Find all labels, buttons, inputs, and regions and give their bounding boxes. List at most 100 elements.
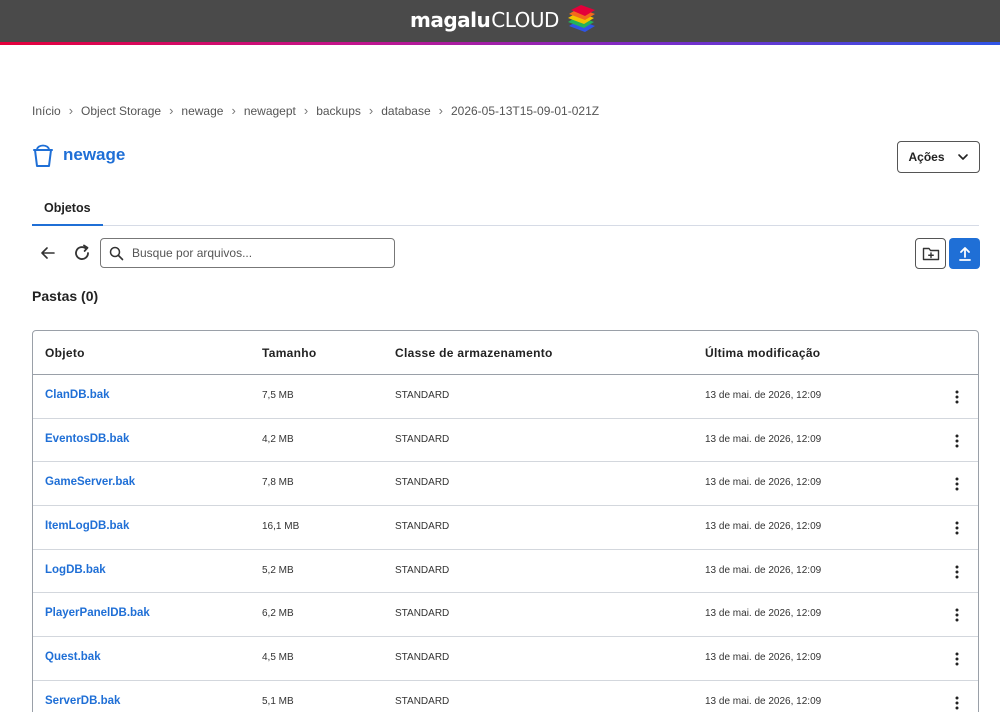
table-row[interactable]: Quest.bak 4,5 MB STANDARD 13 de mai. de 202…	[33, 637, 978, 681]
chevron-right-icon: ›	[231, 103, 236, 118]
object-name-link[interactable]: EventosDB.bak	[45, 433, 129, 445]
object-name-link[interactable]: GameServer.bak	[45, 476, 135, 488]
breadcrumb-item-bucket[interactable]: newage	[181, 104, 223, 118]
top-header: magalu CLOUD	[0, 0, 1000, 42]
search-box	[100, 238, 395, 268]
chevron-right-icon: ›	[438, 103, 443, 118]
breadcrumb-item-folder[interactable]: newagept	[244, 104, 296, 118]
object-size: 7,5 MB	[262, 390, 294, 401]
chevron-right-icon: ›	[169, 103, 174, 118]
more-vertical-icon	[955, 477, 959, 491]
object-last-modified: 13 de mai. de 2026, 12:09	[705, 652, 822, 664]
objects-table: Objeto Tamanho Classe de armazenamento Ú…	[32, 330, 979, 712]
object-last-modified: 13 de mai. de 2026, 12:09	[705, 521, 822, 533]
table-row[interactable]: ItemLogDB.bak 16,1 MB STANDARD 13 de mai. d…	[33, 506, 978, 550]
brand-suffix: CLOUD	[491, 8, 559, 32]
table-row[interactable]: LogDB.bak 5,2 MB STANDARD 13 de mai. de 202…	[33, 550, 978, 594]
object-last-modified: 13 de mai. de 2026, 12:09	[705, 390, 822, 401]
row-actions-button[interactable]	[947, 693, 967, 712]
brand-name: magalu	[410, 8, 491, 32]
upload-icon	[958, 246, 971, 261]
more-vertical-icon	[955, 521, 959, 535]
object-size: 5,1 MB	[262, 695, 294, 707]
breadcrumb-item-inicio[interactable]: Início	[32, 104, 61, 118]
chevron-right-icon: ›	[368, 103, 374, 118]
breadcrumb-item-folder[interactable]: backups	[316, 104, 361, 118]
column-header-last-modified[interactable]: Última modificação	[705, 346, 820, 360]
more-vertical-icon	[955, 652, 959, 666]
tab-bar: Objetos	[32, 198, 979, 226]
row-actions-button[interactable]	[947, 562, 967, 582]
table-row[interactable]: ServerDB.bak 5,1 MB STANDARD 13 de mai. de …	[33, 681, 978, 712]
object-last-modified: 13 de mai. de 2026, 12:09	[705, 695, 822, 707]
object-size: 7,8 MB	[262, 477, 294, 489]
object-last-modified: 13 de mai. de 2026, 12:09	[705, 477, 822, 489]
search-input[interactable]	[132, 246, 372, 260]
object-size: 16,1 MB	[262, 521, 300, 533]
object-size: 5,2 MB	[262, 564, 294, 576]
object-storage-class: STANDARD	[395, 564, 450, 576]
row-actions-button[interactable]	[947, 518, 967, 538]
column-header-storage-class[interactable]: Classe de armazenamento	[395, 346, 553, 360]
chevron-right-icon: ›	[68, 103, 74, 118]
column-header-size[interactable]: Tamanho	[262, 346, 317, 360]
object-name-link[interactable]: LogDB.bak	[45, 564, 106, 576]
bucket-icon	[33, 144, 53, 167]
object-size: 4,5 MB	[262, 652, 294, 664]
object-last-modified: 13 de mai. de 2026, 12:09	[705, 564, 822, 576]
object-name-link[interactable]: ItemLogDB.bak	[45, 520, 129, 532]
row-actions-button[interactable]	[947, 387, 967, 407]
row-actions-button[interactable]	[947, 431, 967, 451]
object-size: 6,2 MB	[262, 608, 294, 620]
chevron-right-icon: ›	[303, 103, 309, 118]
row-actions-button[interactable]	[947, 649, 967, 669]
more-vertical-icon	[955, 565, 959, 579]
actions-label: Ações	[908, 150, 945, 164]
more-vertical-icon	[955, 434, 959, 448]
table-row[interactable]: ClanDB.bak 7,5 MB STANDARD 13 de mai. de 20…	[33, 375, 978, 419]
object-name-link[interactable]: ServerDB.bak	[45, 695, 120, 707]
new-folder-button[interactable]	[915, 238, 946, 269]
breadcrumb: Início › Object Storage › newage › newag…	[32, 103, 599, 118]
actions-dropdown-button[interactable]: Ações	[897, 141, 980, 173]
tab-objetos[interactable]: Objetos	[32, 198, 103, 226]
table-header: Objeto Tamanho Classe de armazenamento Ú…	[33, 331, 978, 375]
folders-section-title: Pastas (0)	[32, 288, 99, 304]
row-actions-button[interactable]	[947, 605, 967, 625]
page-title: newage	[63, 145, 126, 164]
object-storage-class: STANDARD	[395, 652, 450, 664]
table-row[interactable]: GameServer.bak 7,8 MB STANDARD 13 de mai. d…	[33, 462, 978, 507]
breadcrumb-item-object-storage[interactable]: Object Storage	[81, 104, 161, 118]
brand-logo[interactable]: magalu CLOUD	[410, 2, 597, 38]
folder-plus-icon	[922, 247, 939, 260]
object-name-link[interactable]: ClanDB.bak	[45, 389, 110, 401]
header-gradient-line	[0, 42, 1000, 45]
more-vertical-icon	[955, 608, 959, 622]
object-last-modified: 13 de mai. de 2026, 12:09	[705, 433, 822, 445]
more-vertical-icon	[955, 390, 959, 404]
table-row[interactable]: EventosDB.bak 4,2 MB STANDARD 13 de mai. de…	[33, 419, 978, 463]
breadcrumb-item-current: 2026-05-13T15-09-01-021Z	[450, 103, 600, 118]
table-row[interactable]: PlayerPanelDB.bak 6,2 MB STANDARD 13 de mai…	[33, 593, 978, 638]
object-storage-class: STANDARD	[395, 521, 450, 533]
breadcrumb-item-folder[interactable]: database	[381, 104, 430, 118]
magalu-stack-logo-icon	[567, 5, 595, 32]
object-storage-class: STANDARD	[395, 390, 450, 401]
table-body: ClanDB.bak 7,5 MB STANDARD 13 de mai. de 20…	[33, 375, 978, 712]
object-name-link[interactable]: PlayerPanelDB.bak	[45, 607, 150, 619]
object-last-modified: 13 de mai. de 2026, 12:09	[705, 608, 822, 620]
object-storage-class: STANDARD	[395, 608, 450, 620]
back-button[interactable]	[36, 241, 60, 265]
object-size: 4,2 MB	[262, 433, 294, 445]
more-vertical-icon	[955, 696, 959, 710]
refresh-button[interactable]	[70, 241, 94, 265]
search-icon	[109, 246, 124, 260]
refresh-icon	[75, 244, 89, 260]
object-name-link[interactable]: Quest.bak	[45, 651, 101, 663]
object-storage-class: STANDARD	[395, 433, 450, 445]
row-actions-button[interactable]	[947, 474, 967, 494]
column-header-object[interactable]: Objeto	[45, 346, 85, 360]
object-storage-class: STANDARD	[395, 477, 450, 489]
page-header: newage	[32, 142, 125, 168]
upload-button[interactable]	[949, 238, 980, 269]
